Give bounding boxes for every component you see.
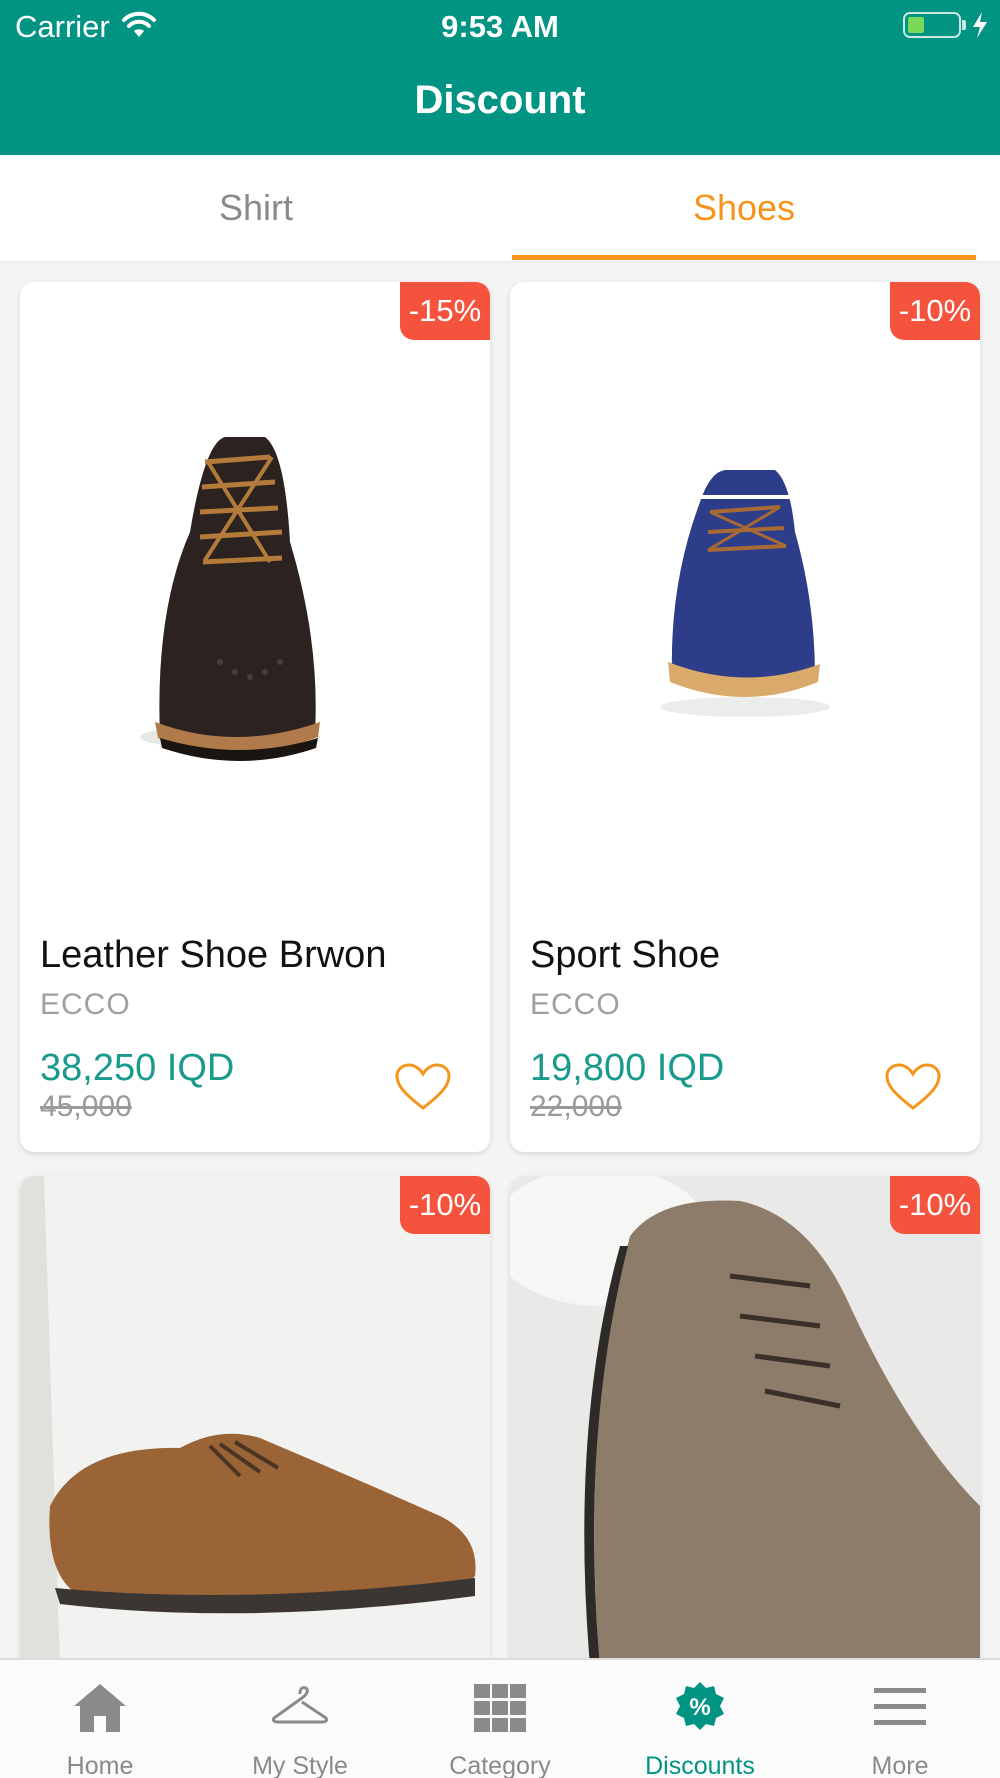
nav-home[interactable]: Home xyxy=(0,1660,200,1778)
product-card[interactable]: -10% Sport Shoe ECCO 19,800 IQD 22,000 xyxy=(510,282,980,1152)
product-price: 38,250 IQD xyxy=(40,1047,235,1089)
product-card[interactable]: -15% Leather Shoe Brwon ECCO 38,250 IQD … xyxy=(20,282,490,1152)
nav-more[interactable]: More xyxy=(800,1660,1000,1778)
nav-category[interactable]: Category xyxy=(400,1660,600,1778)
nav-category-label: Category xyxy=(449,1752,551,1778)
product-old-price: 22,000 xyxy=(530,1090,622,1123)
nav-home-label: Home xyxy=(66,1752,134,1778)
product-card[interactable]: -10% xyxy=(510,1176,980,1666)
discount-badge: -10% xyxy=(890,1176,980,1234)
percent-badge-icon: % xyxy=(676,1682,724,1730)
nav-my-style[interactable]: My Style xyxy=(200,1660,400,1778)
app-header: Carrier 9:53 AM Discount xyxy=(0,0,1000,155)
product-name: Leather Shoe Brwon xyxy=(40,934,387,976)
product-old-price: 45,000 xyxy=(40,1090,132,1123)
product-brand: ECCO xyxy=(40,988,131,1021)
active-tab-indicator xyxy=(512,255,976,260)
discount-badge: -15% xyxy=(400,282,490,340)
product-price: 19,800 IQD xyxy=(530,1047,725,1089)
tab-shirt[interactable]: Shirt xyxy=(26,155,486,261)
home-icon xyxy=(74,1684,126,1732)
battery-icon xyxy=(903,12,961,38)
heart-icon[interactable] xyxy=(394,1062,452,1112)
page-title: Discount xyxy=(414,78,586,122)
tab-shoes[interactable]: Shoes xyxy=(514,155,974,261)
status-bar: Carrier 9:53 AM xyxy=(0,0,1000,50)
status-time: 9:53 AM xyxy=(441,9,559,44)
nav-discounts[interactable]: % Discounts xyxy=(600,1660,800,1778)
discount-badge: -10% xyxy=(400,1176,490,1234)
product-name: Sport Shoe xyxy=(530,934,721,976)
discount-badge: -10% xyxy=(890,282,980,340)
hanger-icon xyxy=(272,1686,328,1724)
grid-icon xyxy=(474,1684,526,1732)
nav-more-label: More xyxy=(871,1752,929,1778)
nav-discounts-label: Discounts xyxy=(645,1752,755,1778)
svg-text:%: % xyxy=(689,1694,710,1721)
nav-my-style-label: My Style xyxy=(252,1752,348,1778)
category-tabs: Shirt Shoes xyxy=(0,155,1000,263)
charging-bolt-icon xyxy=(973,12,987,38)
product-image-tan-suede-derby xyxy=(20,1176,490,1666)
product-brand: ECCO xyxy=(530,988,621,1021)
menu-icon xyxy=(874,1688,926,1725)
product-card[interactable]: -10% xyxy=(20,1176,490,1666)
product-image-taupe-suede-derby xyxy=(510,1176,980,1666)
bottom-navigation: Home My Style Category % Discounts More xyxy=(0,1658,1000,1778)
battery-tip xyxy=(962,20,966,30)
heart-icon[interactable] xyxy=(884,1062,942,1112)
